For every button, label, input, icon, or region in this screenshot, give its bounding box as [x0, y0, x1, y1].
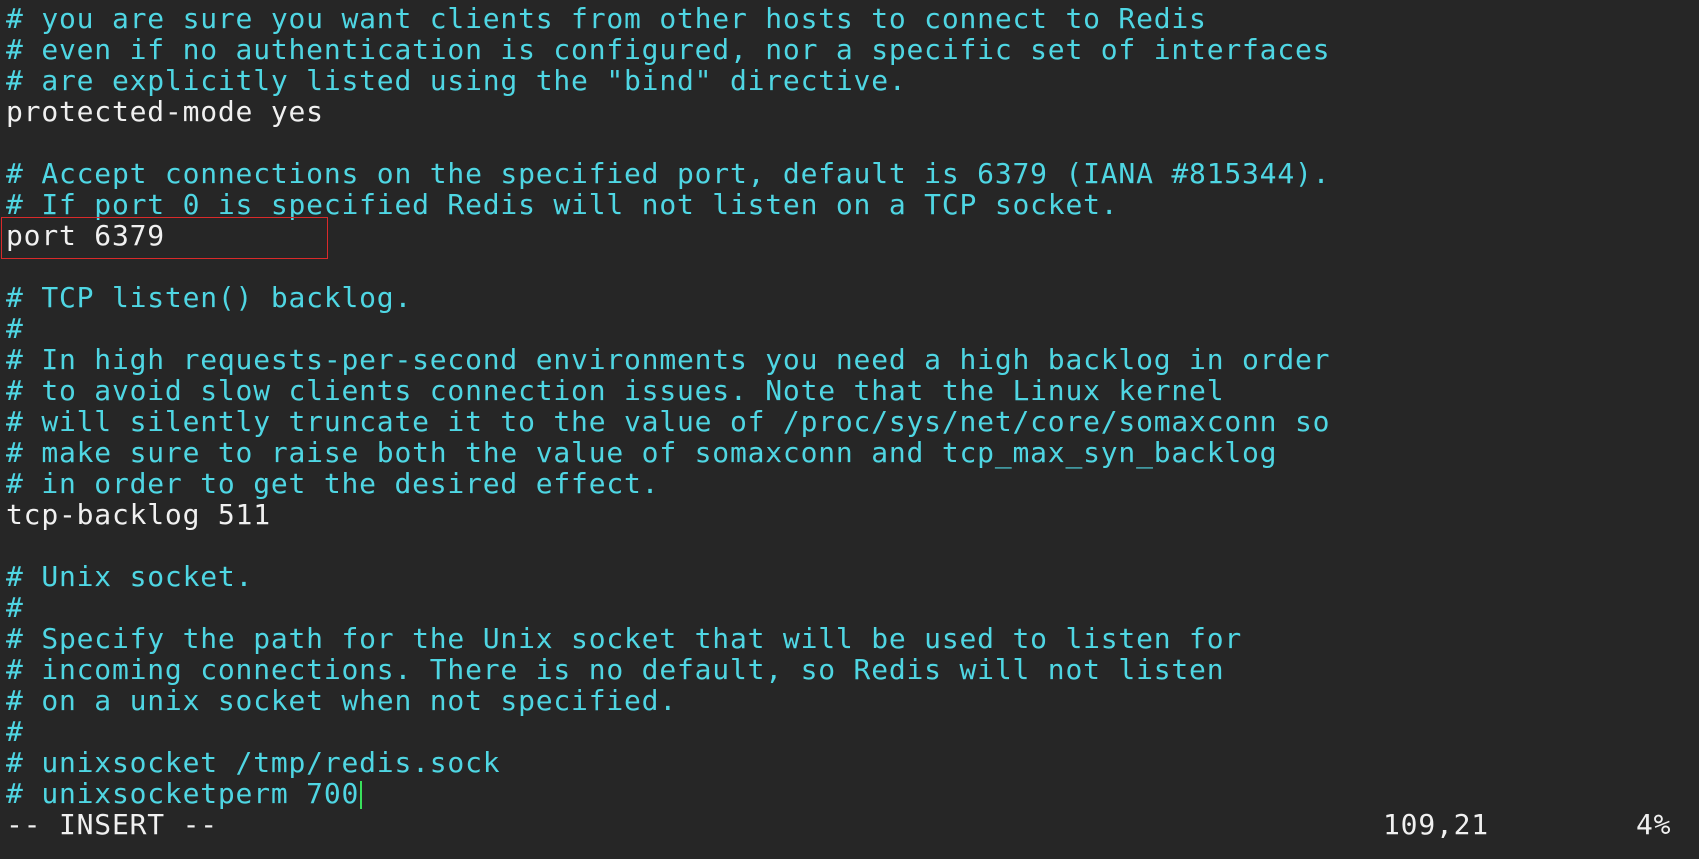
comment-line[interactable]: # to avoid slow clients connection issue…	[6, 372, 1699, 407]
comment-line[interactable]: # Unix socket.	[6, 558, 1699, 593]
blank-line[interactable]	[6, 248, 1699, 279]
editor-buffer[interactable]: # you are sure you want clients from oth…	[6, 0, 1699, 810]
comment-line[interactable]: # will silently truncate it to the value…	[6, 403, 1699, 438]
comment-line[interactable]: # make sure to raise both the value of s…	[6, 434, 1699, 469]
comment-line[interactable]: # on a unix socket when not specified.	[6, 682, 1699, 717]
comment-line[interactable]: # TCP listen() backlog.	[6, 279, 1699, 314]
comment-line[interactable]: # you are sure you want clients from oth…	[6, 0, 1699, 35]
blank-line[interactable]	[6, 124, 1699, 155]
comment-line[interactable]: #	[6, 589, 1699, 624]
vim-terminal-window[interactable]: # you are sure you want clients from oth…	[0, 0, 1699, 859]
comment-line[interactable]: # in order to get the desired effect.	[6, 465, 1699, 500]
comment-line[interactable]: # If port 0 is specified Redis will not …	[6, 186, 1699, 221]
comment-line[interactable]: # incoming connections. There is no defa…	[6, 651, 1699, 686]
comment-line[interactable]: # unixsocketperm 700	[6, 775, 1699, 810]
config-line[interactable]: tcp-backlog 511	[6, 496, 1699, 531]
cursor-position: 109,21	[1383, 808, 1489, 841]
comment-line[interactable]: #	[6, 713, 1699, 748]
comment-line[interactable]: #	[6, 310, 1699, 345]
comment-line[interactable]: # Specify the path for the Unix socket t…	[6, 620, 1699, 655]
comment-line[interactable]: # even if no authentication is configure…	[6, 31, 1699, 66]
mode-indicator: -- INSERT --	[6, 808, 218, 841]
text-cursor	[360, 781, 363, 809]
vim-statusline: -- INSERT -- 109,21 4%	[6, 806, 1699, 844]
scroll-percentage: 4%	[1636, 808, 1672, 841]
comment-line[interactable]: # are explicitly listed using the "bind"…	[6, 62, 1699, 97]
blank-line[interactable]	[6, 527, 1699, 558]
comment-line[interactable]: # unixsocket /tmp/redis.sock	[6, 744, 1699, 779]
comment-line[interactable]: # Accept connections on the specified po…	[6, 155, 1699, 190]
comment-line[interactable]: # In high requests-per-second environmen…	[6, 341, 1699, 376]
config-line[interactable]: protected-mode yes	[6, 93, 1699, 128]
config-line[interactable]: port 6379	[6, 217, 1699, 252]
